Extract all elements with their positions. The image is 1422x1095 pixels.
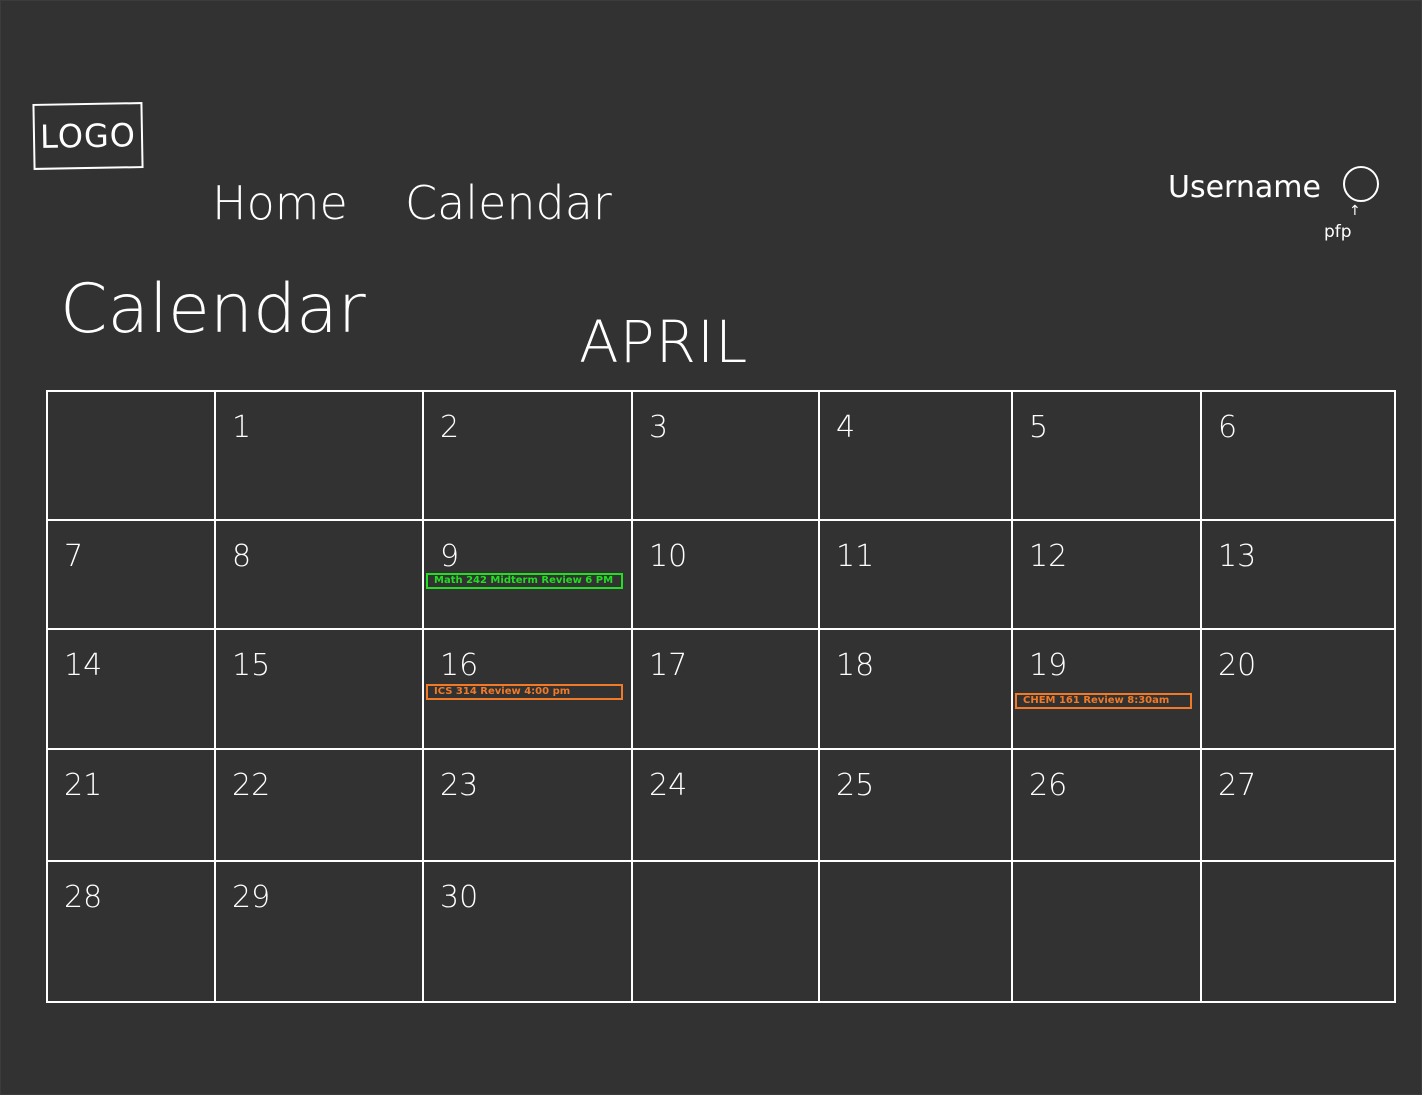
day-cell[interactable]: 14: [46, 628, 214, 748]
day-cell[interactable]: 23: [422, 748, 631, 860]
day-cell[interactable]: 5: [1011, 390, 1200, 519]
day-cell[interactable]: 13: [1200, 519, 1394, 628]
day-cell[interactable]: 26: [1011, 748, 1200, 860]
day-number: 20: [1218, 648, 1257, 683]
day-number: 10: [649, 539, 688, 574]
day-number: 28: [64, 880, 103, 915]
day-cell[interactable]: 9 Math 242 Midterm Review 6 PM: [422, 519, 631, 628]
day-cell[interactable]: 3: [631, 390, 818, 519]
day-cell[interactable]: 1: [214, 390, 422, 519]
day-cell[interactable]: 29: [214, 860, 422, 1001]
avatar[interactable]: [1343, 166, 1379, 202]
username-label[interactable]: Username: [1168, 170, 1321, 205]
day-cell[interactable]: 6: [1200, 390, 1394, 519]
day-number: 6: [1218, 410, 1238, 445]
day-number: 3: [649, 410, 669, 445]
day-cell[interactable]: [1011, 860, 1200, 1001]
day-cell[interactable]: 28: [46, 860, 214, 1001]
day-number: 2: [440, 410, 460, 445]
day-cell[interactable]: 18: [818, 628, 1011, 748]
event-chip[interactable]: Math 242 Midterm Review 6 PM: [426, 573, 623, 589]
pfp-annotation: pfp: [1324, 222, 1352, 242]
day-number: 7: [64, 539, 84, 574]
day-number: 27: [1218, 768, 1257, 803]
logo-text: LOGO: [39, 116, 137, 156]
day-number: 15: [232, 648, 271, 683]
day-cell[interactable]: 16 ICS 314 Review 4:00 pm: [422, 628, 631, 748]
day-number: 16: [440, 648, 479, 683]
day-number: 13: [1218, 539, 1257, 574]
day-number: 23: [440, 768, 479, 803]
day-cell[interactable]: 2: [422, 390, 631, 519]
day-number: 25: [836, 768, 875, 803]
day-cell[interactable]: 22: [214, 748, 422, 860]
day-cell[interactable]: [46, 390, 214, 519]
day-number: 14: [64, 648, 103, 683]
day-cell[interactable]: 4: [818, 390, 1011, 519]
day-number: 8: [232, 539, 252, 574]
day-number: 18: [836, 648, 875, 683]
day-cell[interactable]: 21: [46, 748, 214, 860]
day-cell[interactable]: 30: [422, 860, 631, 1001]
day-cell[interactable]: [631, 860, 818, 1001]
day-cell[interactable]: 24: [631, 748, 818, 860]
day-number: 21: [64, 768, 103, 803]
day-cell[interactable]: 8: [214, 519, 422, 628]
day-cell[interactable]: 25: [818, 748, 1011, 860]
calendar-grid: 1 2 3 4 5 6 7 8 9 Math 242 Midterm Review 6 PM 10 1…: [46, 390, 1396, 1003]
day-number: 22: [232, 768, 271, 803]
day-number: 30: [440, 880, 479, 915]
event-chip[interactable]: CHEM 161 Review 8:30am: [1015, 693, 1192, 709]
day-number: 29: [232, 880, 271, 915]
page-title: Calendar: [60, 270, 366, 349]
pfp-arrow-icon: ↑: [1349, 203, 1361, 219]
day-number: 24: [649, 768, 688, 803]
nav-calendar-link[interactable]: Calendar: [405, 176, 612, 230]
day-number: 19: [1029, 648, 1068, 683]
grid-line-horizontal: [46, 1001, 1396, 1003]
day-number: 9: [440, 539, 460, 574]
day-cell[interactable]: 17: [631, 628, 818, 748]
day-cell[interactable]: 11: [818, 519, 1011, 628]
day-cell[interactable]: 27: [1200, 748, 1394, 860]
day-number: 11: [836, 539, 875, 574]
nav-home-link[interactable]: Home: [212, 176, 348, 230]
day-number: 5: [1029, 410, 1049, 445]
day-cell[interactable]: 15: [214, 628, 422, 748]
day-number: 1: [232, 410, 252, 445]
event-chip[interactable]: ICS 314 Review 4:00 pm: [426, 684, 623, 700]
day-number: 12: [1029, 539, 1068, 574]
day-cell[interactable]: 10: [631, 519, 818, 628]
month-title: APRIL: [579, 308, 749, 376]
day-cell[interactable]: [818, 860, 1011, 1001]
day-cell[interactable]: 19 CHEM 161 Review 8:30am: [1011, 628, 1200, 748]
day-number: 17: [649, 648, 688, 683]
day-cell[interactable]: 7: [46, 519, 214, 628]
day-cell[interactable]: [1200, 860, 1394, 1001]
day-cell[interactable]: 20: [1200, 628, 1394, 748]
logo[interactable]: LOGO: [32, 102, 144, 170]
grid-line-vertical: [1394, 390, 1396, 1003]
day-cell[interactable]: 12: [1011, 519, 1200, 628]
day-number: 4: [836, 410, 856, 445]
day-number: 26: [1029, 768, 1068, 803]
